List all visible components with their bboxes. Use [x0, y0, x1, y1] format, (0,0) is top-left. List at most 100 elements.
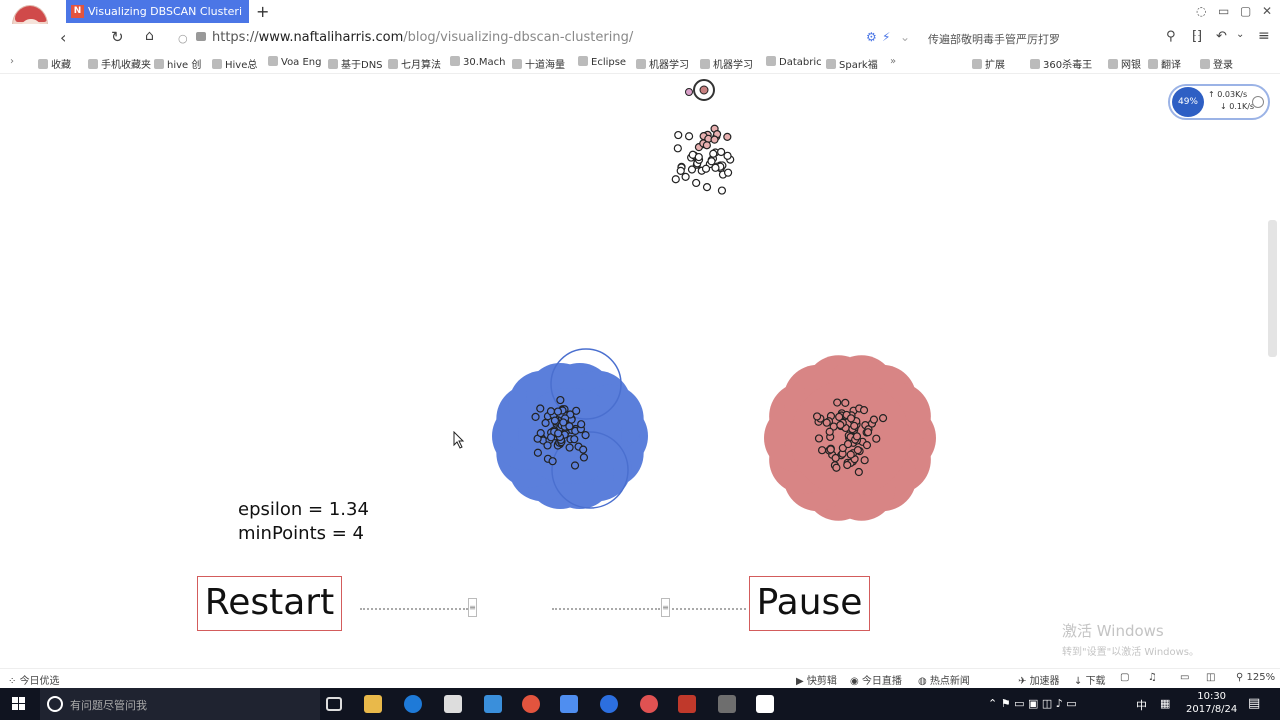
menu-icon[interactable]: ≡	[1258, 28, 1270, 44]
status-item[interactable]: ◉ 今日直播	[850, 672, 902, 687]
bookmark-item[interactable]: 七月算法	[388, 56, 441, 71]
data-point	[825, 427, 834, 436]
maximize-icon[interactable]: ▢	[1240, 4, 1251, 18]
dropdown-icon[interactable]: ⌄	[900, 30, 910, 44]
zoom-level[interactable]: ⚲ 125%	[1236, 672, 1275, 683]
data-point	[717, 186, 727, 195]
app-icon[interactable]	[718, 695, 736, 713]
bookmarks-expand-icon[interactable]: ›	[10, 56, 14, 67]
bookmark-item[interactable]: 机器学习	[700, 56, 753, 71]
epsilon-label: epsilon = 1.34	[238, 499, 369, 520]
tab-active[interactable]: N Visualizing DBSCAN Clusteri	[66, 0, 249, 23]
bookmark-item[interactable]: Hive总	[212, 56, 257, 71]
reload-icon[interactable]: ↻	[111, 28, 124, 46]
data-point	[869, 415, 879, 424]
data-point	[863, 428, 873, 437]
data-point	[853, 446, 862, 455]
tray-icons[interactable]: ⌃ ⚑ ▭ ▣ ◫ ♪ ▭	[988, 697, 1077, 710]
store-icon[interactable]	[444, 695, 462, 713]
data-point	[841, 398, 850, 407]
extensions-button[interactable]: 扩展	[972, 56, 1005, 71]
bookmark-item[interactable]: Eclipse	[578, 56, 626, 68]
restart-button[interactable]: Restart	[197, 576, 342, 631]
slider-track-mid	[552, 608, 660, 610]
bookmark-item[interactable]: Voa Eng	[268, 56, 322, 68]
skin-icon[interactable]: ◌	[1196, 4, 1206, 18]
url-field[interactable]: https://www.naftaliharris.com/blog/visua…	[196, 30, 633, 45]
data-point	[674, 130, 683, 140]
data-point	[711, 163, 720, 172]
bookmark-item[interactable]: hive 创	[154, 56, 201, 71]
reader-icon[interactable]: ⁅⁆	[1192, 29, 1202, 44]
input-method[interactable]: 中	[1136, 697, 1147, 713]
app-icon[interactable]	[678, 695, 696, 713]
app-icon[interactable]	[640, 695, 658, 713]
data-point	[565, 422, 574, 431]
windows-start-icon[interactable]	[12, 697, 26, 711]
data-point	[533, 448, 543, 457]
app-icon[interactable]	[600, 695, 618, 713]
app-icon[interactable]	[484, 695, 502, 713]
data-point	[702, 183, 712, 192]
slider-handle[interactable]: ≡	[468, 598, 477, 617]
minpoints-label: minPoints = 4	[238, 523, 364, 544]
refresh-small-icon[interactable]: ○	[178, 32, 188, 45]
news-promo[interactable]: 传遍部敬明毒手管严厉打罗	[928, 31, 1060, 47]
app-icon[interactable]	[756, 695, 774, 713]
status-item[interactable]: ↓ 下载	[1074, 672, 1106, 687]
notifications-icon[interactable]: ▤	[1248, 696, 1260, 711]
parameters: epsilon = 1.34 minPoints = 4	[238, 498, 369, 546]
status-tool-icon[interactable]: ◫	[1206, 672, 1215, 683]
bookmark-item[interactable]: 收藏	[38, 56, 71, 71]
status-tool-icon[interactable]: ♫	[1148, 672, 1157, 683]
login-button[interactable]: 登录	[1200, 56, 1233, 71]
file-explorer-icon[interactable]	[364, 695, 382, 713]
undo-icon[interactable]: ↶	[1216, 29, 1227, 44]
bookmark-item[interactable]: 30.Mach	[450, 56, 506, 68]
back-icon[interactable]: ‹	[60, 28, 66, 47]
network-speed-widget[interactable]: 49% ↑ 0.03K/s ↓ 0.1K/s	[1168, 84, 1270, 120]
upload-speed: ↑ 0.03K/s	[1208, 90, 1248, 99]
status-tool-icon[interactable]: ▢	[1120, 672, 1129, 683]
favicon-icon: N	[71, 5, 84, 18]
minimize-icon[interactable]: ▭	[1218, 4, 1229, 18]
daily-picks[interactable]: ⁘ 今日优选	[8, 672, 60, 687]
status-item[interactable]: ▶ 快剪辑	[796, 672, 837, 687]
taskbar-search[interactable]: 有问题尽管问我	[40, 688, 320, 720]
system-clock[interactable]: 10:30 2017/8/24	[1186, 690, 1237, 716]
bank-button[interactable]: 网银	[1108, 56, 1141, 71]
antivirus-button[interactable]: 360杀毒王	[1030, 56, 1092, 71]
data-point	[577, 420, 586, 429]
bookmark-item[interactable]: Databric	[766, 56, 822, 68]
bookmark-item[interactable]: 手机收藏夹	[88, 56, 151, 71]
slider-handle[interactable]: ≡	[661, 598, 670, 617]
browser-app-icon[interactable]	[522, 695, 540, 713]
widget-toggle-icon[interactable]	[1252, 96, 1264, 108]
bookmark-item[interactable]: 基于DNS	[328, 56, 383, 71]
bookmark-item[interactable]: 十道海量	[512, 56, 565, 71]
search-icon[interactable]: ⚲	[1166, 29, 1176, 44]
ime-icon[interactable]: ▦	[1160, 697, 1170, 710]
home-icon[interactable]: ⌂	[145, 28, 154, 44]
bookmark-item[interactable]: 机器学习	[636, 56, 689, 71]
data-point	[836, 420, 845, 430]
more-dropdown-icon[interactable]: ⌄	[1236, 29, 1244, 40]
status-item[interactable]: ✈ 加速器	[1018, 672, 1060, 687]
flash-icon[interactable]: ⚡	[882, 30, 890, 44]
new-tab-button[interactable]: +	[256, 2, 269, 21]
vertical-scrollbar[interactable]	[1268, 220, 1277, 357]
pause-button[interactable]: Pause	[749, 576, 870, 631]
edge-icon[interactable]	[404, 695, 422, 713]
translate-button[interactable]: 翻译	[1148, 56, 1181, 71]
bookmarks-overflow-icon[interactable]: »	[890, 56, 896, 67]
app-icon[interactable]	[560, 695, 578, 713]
status-tool-icon[interactable]: ▭	[1180, 672, 1189, 683]
compat-icon[interactable]: ⚙	[866, 30, 877, 44]
close-icon[interactable]: ✕	[1262, 4, 1272, 18]
task-view-icon[interactable]	[326, 697, 342, 711]
bookmark-item[interactable]: Spark福	[826, 56, 878, 71]
status-bar: ⁘ 今日优选 ▶ 快剪辑 ◉ 今日直播 ◍ 热点新闻 ✈ 加速器 ↓ 下载 ▢ …	[0, 668, 1280, 688]
status-item[interactable]: ◍ 热点新闻	[918, 672, 970, 687]
slider-track-left	[360, 608, 468, 610]
data-point	[859, 406, 869, 415]
